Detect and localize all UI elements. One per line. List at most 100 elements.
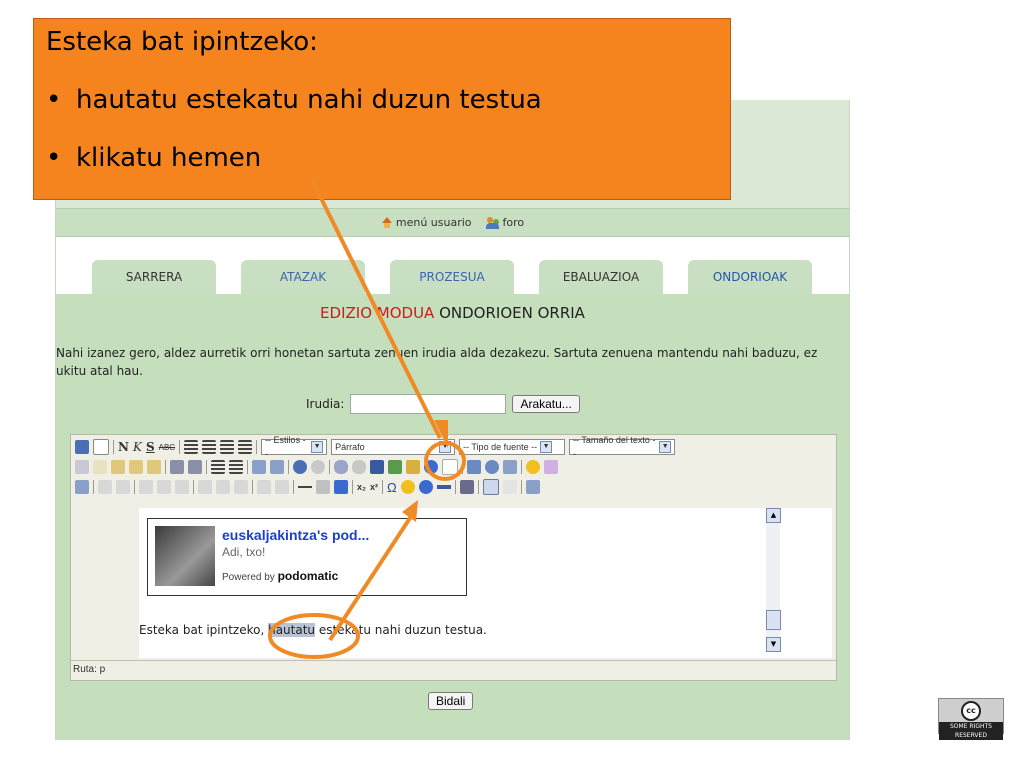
remove-format-icon[interactable] [316, 480, 330, 494]
split-cells-icon[interactable] [257, 480, 271, 494]
edit-css-icon[interactable] [75, 480, 89, 494]
save-icon[interactable] [75, 440, 89, 454]
separator [288, 460, 289, 474]
image-icon[interactable] [388, 460, 402, 474]
separator [179, 440, 181, 454]
html-icon[interactable] [442, 459, 458, 475]
smiley-icon[interactable] [400, 480, 415, 494]
page-title: EDIZIO MODUA ONDORIOEN ORRIA [56, 304, 849, 322]
format-select[interactable]: Párrafo ▼ [331, 439, 456, 455]
tab-sarrera[interactable]: SARRERA [92, 260, 216, 294]
bold-button[interactable]: N [118, 440, 129, 454]
cleanup-icon[interactable] [406, 460, 420, 474]
image-file-input[interactable] [350, 394, 507, 414]
separator [454, 480, 456, 494]
fullscreen-icon[interactable] [525, 480, 540, 494]
merge-cells-icon[interactable] [275, 480, 289, 494]
text-before: Esteka bat ipintzeko, [139, 623, 269, 637]
podcast-widget[interactable]: euskaljakintza's pod... Adi, txo! Powere… [147, 518, 467, 596]
numbered-list-icon[interactable] [229, 460, 243, 474]
insert-table-icon[interactable] [334, 480, 348, 494]
paste-word-icon[interactable] [147, 460, 161, 474]
scroll-up-icon[interactable]: ▲ [766, 508, 781, 523]
emoticon-icon[interactable] [526, 460, 540, 474]
new-document-icon[interactable] [93, 439, 109, 455]
separator [352, 480, 353, 494]
horizontal-rule-icon[interactable] [298, 480, 312, 494]
delete-col-icon[interactable] [234, 480, 248, 494]
insert-col-before-icon[interactable] [198, 480, 212, 494]
print-icon[interactable] [459, 480, 474, 494]
bullet-icon: • [46, 85, 62, 115]
replace-icon[interactable] [188, 460, 202, 474]
align-justify-icon[interactable] [238, 440, 253, 454]
italic-button[interactable]: K [133, 440, 142, 454]
flash-icon[interactable] [418, 480, 433, 494]
special-char-button[interactable]: Ω [387, 480, 397, 495]
size-select[interactable]: -- Tamaño del texto -- ▼ [569, 435, 676, 459]
strikethrough-button[interactable]: ABC [159, 443, 175, 452]
insert-row-before-icon[interactable] [139, 480, 153, 494]
subscript-button[interactable]: x₂ [357, 482, 366, 492]
insert-date-icon[interactable] [467, 460, 481, 474]
user-menu-link[interactable]: menú usuario [381, 216, 472, 229]
callout-bullet-2-text: klikatu hemen [76, 143, 262, 173]
separator [252, 480, 253, 494]
scroll-thumb[interactable] [766, 610, 781, 630]
outdent-icon[interactable] [252, 460, 266, 474]
help-icon[interactable] [424, 460, 438, 474]
find-icon[interactable] [170, 460, 184, 474]
paste-icon[interactable] [111, 460, 125, 474]
table-row-props-icon[interactable] [98, 480, 112, 494]
tab-prozesua[interactable]: PROZESUA [390, 260, 514, 294]
cc-license-badge[interactable]: cc SOME RIGHTS RESERVED [938, 698, 1004, 740]
separator [93, 480, 94, 494]
styles-select[interactable]: -- Estilos -- ▼ [261, 435, 328, 459]
scroll-down-icon[interactable]: ▼ [766, 637, 781, 652]
undo-icon[interactable] [293, 460, 307, 474]
table-cell-props-icon[interactable] [116, 480, 130, 494]
callout-bullet-1-text: hautatu estekatu nahi duzun testua [76, 85, 542, 115]
separator [329, 460, 330, 474]
podcast-powered-by: Powered by podomatic [222, 569, 338, 583]
hr-icon[interactable] [436, 480, 451, 494]
browse-button[interactable]: Arakatu... [512, 395, 580, 413]
ltr-icon[interactable] [482, 479, 499, 495]
align-right-icon[interactable] [220, 440, 235, 454]
rich-text-editor: N K S ABC -- Estilos -- ▼ Párrafo ▼ -- Tip… [70, 434, 837, 681]
tab-ebaluazioa[interactable]: EBALUAZIOA [539, 260, 663, 294]
element-path: Ruta: p [73, 664, 106, 675]
rtl-icon[interactable] [502, 480, 517, 494]
editor-content-area[interactable]: euskaljakintza's pod... Adi, txo! Powere… [139, 508, 832, 658]
anchor-icon[interactable] [370, 460, 384, 474]
superscript-button[interactable]: x² [370, 482, 378, 492]
cut-icon[interactable] [75, 460, 89, 474]
indent-icon[interactable] [270, 460, 284, 474]
chevron-down-icon: ▼ [540, 441, 553, 453]
forum-link[interactable]: foro [485, 216, 524, 229]
link-icon[interactable] [334, 460, 348, 474]
tab-ondorioak[interactable]: ONDORIOAK [688, 260, 812, 294]
insert-col-after-icon[interactable] [216, 480, 230, 494]
format-select-value: Párrafo [335, 442, 365, 452]
underline-button[interactable]: S [146, 440, 155, 454]
chevron-down-icon: ▼ [439, 441, 452, 453]
text-after: estekatu nahi duzun testua. [315, 623, 487, 637]
copy-icon[interactable] [93, 460, 107, 474]
insert-row-after-icon[interactable] [157, 480, 171, 494]
insert-time-icon[interactable] [485, 460, 499, 474]
unlink-icon[interactable] [352, 460, 366, 474]
delete-row-icon[interactable] [175, 480, 189, 494]
redo-icon[interactable] [311, 460, 325, 474]
spellcheck-icon[interactable] [544, 460, 558, 474]
paste-text-icon[interactable] [129, 460, 143, 474]
align-left-icon[interactable] [184, 440, 199, 454]
preview-icon[interactable] [503, 460, 517, 474]
podcast-title[interactable]: euskaljakintza's pod... [222, 527, 369, 543]
align-center-icon[interactable] [202, 440, 217, 454]
submit-button[interactable]: Bidali [428, 692, 474, 710]
editor-scrollbar[interactable]: ▲ ▼ [766, 508, 781, 652]
bullet-list-icon[interactable] [211, 460, 225, 474]
font-select[interactable]: -- Tipo de fuente -- ▼ [459, 439, 566, 455]
tab-atazak[interactable]: ATAZAK [241, 260, 365, 294]
